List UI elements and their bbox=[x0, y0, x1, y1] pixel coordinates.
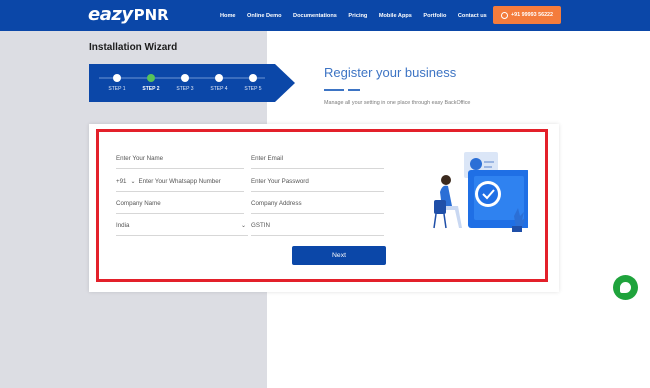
step-1-dot bbox=[113, 74, 121, 82]
country-code-select[interactable]: +91 bbox=[116, 178, 127, 185]
register-subtitle: Manage all your setting in one place thr… bbox=[324, 100, 471, 106]
phone-number-label: +91 99993 56222 bbox=[510, 12, 554, 18]
email-field[interactable]: Enter Email bbox=[251, 149, 384, 169]
country-select[interactable]: India ⌄ bbox=[116, 216, 248, 236]
step-3[interactable]: STEP 3 bbox=[169, 64, 201, 102]
gstin-field-placeholder: GSTIN bbox=[251, 222, 270, 229]
nav-link-contact-us[interactable]: Contact us bbox=[458, 13, 487, 19]
step-3-dot bbox=[181, 74, 189, 82]
next-button[interactable]: Next bbox=[292, 246, 386, 265]
register-underline-right bbox=[348, 89, 360, 91]
password-field-placeholder: Enter Your Password bbox=[251, 178, 309, 185]
nav-link-mobile-apps[interactable]: Mobile Apps bbox=[379, 13, 412, 19]
name-field-placeholder: Enter Your Name bbox=[116, 155, 164, 162]
whatsapp-icon bbox=[500, 11, 508, 19]
password-field[interactable]: Enter Your Password bbox=[251, 172, 384, 192]
step-5-dot bbox=[249, 74, 257, 82]
step-2-label: STEP 2 bbox=[142, 86, 160, 92]
nav-link-online-demo[interactable]: Online Demo bbox=[247, 13, 282, 19]
company-name-placeholder: Company Name bbox=[116, 200, 161, 207]
company-name-field[interactable]: Company Name bbox=[116, 194, 244, 214]
step-4-dot bbox=[215, 74, 223, 82]
company-address-field[interactable]: Company Address bbox=[251, 194, 384, 214]
nav-links: Home Online Demo Documentations Pricing … bbox=[220, 0, 498, 31]
eazypnr-logo[interactable]: eazy PNR bbox=[88, 4, 169, 26]
whatsapp-field[interactable]: +91 ⌄ Enter Your Whatsapp Number bbox=[116, 172, 244, 192]
register-title: Register your business bbox=[324, 65, 457, 80]
top-navbar: eazy PNR Home Online Demo Documentations… bbox=[0, 0, 650, 31]
nav-link-home[interactable]: Home bbox=[220, 13, 236, 19]
country-select-value: India bbox=[116, 222, 130, 229]
step-5[interactable]: STEP 5 bbox=[237, 64, 269, 102]
step-2-dot bbox=[147, 74, 155, 82]
whatsapp-field-placeholder: Enter Your Whatsapp Number bbox=[138, 178, 221, 185]
step-4[interactable]: STEP 4 bbox=[203, 64, 235, 102]
company-address-placeholder: Company Address bbox=[251, 200, 302, 207]
chevron-down-icon: ⌄ bbox=[240, 223, 246, 229]
name-field[interactable]: Enter Your Name bbox=[116, 149, 244, 169]
verification-illustration bbox=[433, 152, 528, 232]
step-2[interactable]: STEP 2 bbox=[135, 64, 167, 102]
nav-link-portfolio[interactable]: Portfolio bbox=[423, 13, 446, 19]
chat-bubble-icon[interactable] bbox=[613, 275, 638, 300]
step-1-label: STEP 1 bbox=[108, 86, 126, 92]
logo-text-pnr: PNR bbox=[133, 6, 169, 24]
step-3-label: STEP 3 bbox=[176, 86, 194, 92]
gstin-field[interactable]: GSTIN bbox=[251, 216, 384, 236]
email-field-placeholder: Enter Email bbox=[251, 155, 283, 162]
chevron-down-icon[interactable]: ⌄ bbox=[131, 178, 136, 185]
step-5-label: STEP 5 bbox=[244, 86, 262, 92]
nav-link-pricing[interactable]: Pricing bbox=[348, 13, 367, 19]
step-1[interactable]: STEP 1 bbox=[101, 64, 133, 102]
chat-icon-glyph bbox=[620, 282, 631, 293]
nav-link-documentations[interactable]: Documentations bbox=[293, 13, 337, 19]
register-underline-left bbox=[324, 89, 344, 91]
step-4-label: STEP 4 bbox=[210, 86, 228, 92]
phone-contact-button[interactable]: +91 99993 56222 bbox=[493, 6, 561, 24]
wizard-title: Installation Wizard bbox=[89, 42, 178, 53]
step-indicator: STEP 1 STEP 2 STEP 3 STEP 4 STEP 5 bbox=[89, 64, 295, 102]
logo-text-eazy: eazy bbox=[88, 4, 133, 25]
